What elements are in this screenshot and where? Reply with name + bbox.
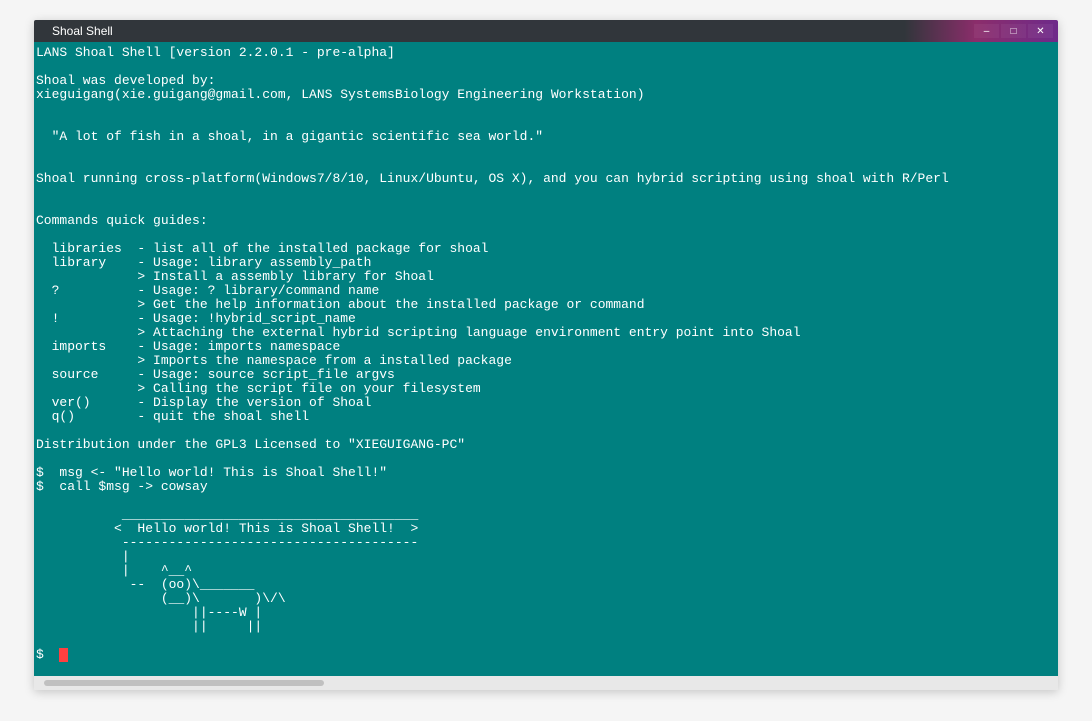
cowsay-line: -------------------------------------- (36, 535, 418, 550)
cmd-ver: ver() - Display the version of Shoal (36, 395, 371, 410)
minimize-button[interactable]: – (974, 24, 999, 38)
input-line-1: $ msg <- "Hello world! This is Shoal She… (36, 465, 387, 480)
dev-info-line: xieguigang(xie.guigang@gmail.com, LANS S… (36, 87, 645, 102)
distribution-line: Distribution under the GPL3 Licensed to … (36, 437, 465, 452)
input-line-2: $ call $msg -> cowsay (36, 479, 208, 494)
guides-header: Commands quick guides: (36, 213, 208, 228)
cmd-imports-usage: imports - Usage: imports namespace (36, 339, 340, 354)
cmd-source-desc: > Calling the script file on your filesy… (36, 381, 481, 396)
cmd-help-desc: > Get the help information about the ins… (36, 297, 645, 312)
cmd-bang-desc: > Attaching the external hybrid scriptin… (36, 325, 801, 340)
cowsay-line: -- (oo)\_______ (36, 577, 254, 592)
cmd-source-usage: source - Usage: source script_file argvs (36, 367, 395, 382)
close-button[interactable]: ✕ (1028, 24, 1053, 38)
cowsay-line: ||----W | (36, 605, 262, 620)
application-window: Shoal Shell – □ ✕ LANS Shoal Shell [vers… (34, 20, 1058, 690)
cowsay-line: | (36, 549, 130, 564)
cmd-bang-usage: ! - Usage: !hybrid_script_name (36, 311, 356, 326)
prompt-symbol: $ (36, 647, 59, 662)
cmd-imports-desc: > Imports the namespace from a installed… (36, 353, 512, 368)
cursor-icon (59, 648, 68, 662)
maximize-button[interactable]: □ (1001, 24, 1026, 38)
title-bar[interactable]: Shoal Shell – □ ✕ (34, 20, 1058, 42)
window-title: Shoal Shell (52, 24, 113, 38)
cowsay-line: (__)\ )\/\ (36, 591, 286, 606)
platform-line: Shoal running cross-platform(Windows7/8/… (36, 171, 949, 186)
horizontal-scrollbar[interactable] (34, 676, 1058, 690)
terminal-output[interactable]: LANS Shoal Shell [version 2.2.0.1 - pre-… (34, 42, 1058, 676)
cowsay-line: | ^__^ (36, 563, 192, 578)
dev-by-line: Shoal was developed by: (36, 73, 215, 88)
cmd-q: q() - quit the shoal shell (36, 409, 309, 424)
window-controls: – □ ✕ (973, 24, 1054, 38)
cowsay-line: < Hello world! This is Shoal Shell! > (36, 521, 418, 536)
cmd-libraries: libraries - list all of the installed pa… (36, 241, 488, 256)
motto-line: "A lot of fish in a shoal, in a gigantic… (36, 129, 543, 144)
banner-line: LANS Shoal Shell [version 2.2.0.1 - pre-… (36, 45, 395, 60)
cmd-help-usage: ? - Usage: ? library/command name (36, 283, 379, 298)
cmd-library-usage: library - Usage: library assembly_path (36, 255, 371, 270)
cmd-library-desc: > Install a assembly library for Shoal (36, 269, 434, 284)
cowsay-line: ______________________________________ (36, 507, 418, 522)
cowsay-line: || || (36, 619, 262, 634)
